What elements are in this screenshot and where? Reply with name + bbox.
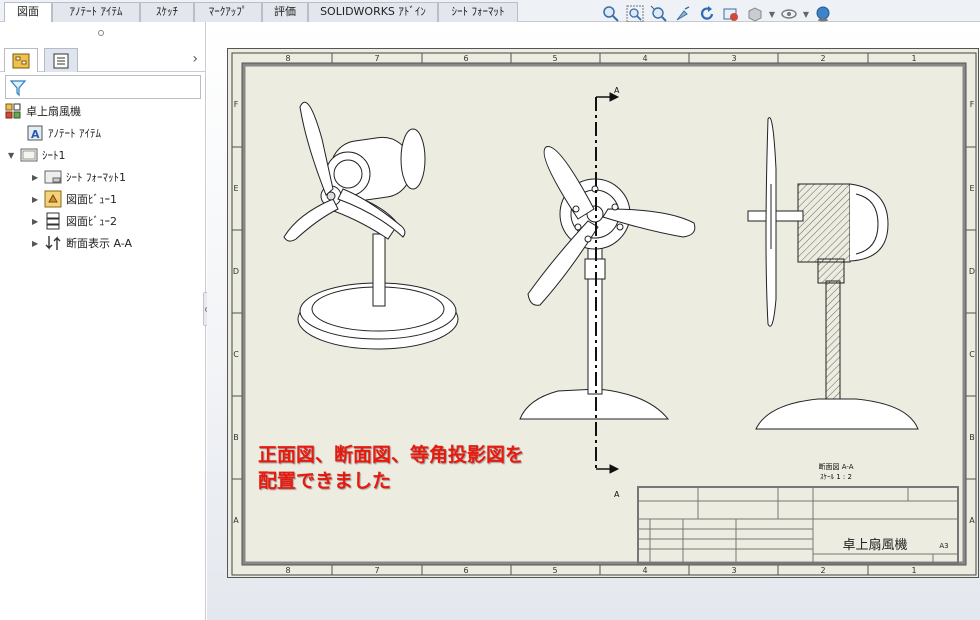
expand-arrow-icon[interactable]: ▶ [32,217,44,226]
title-block-drawing-name: 卓上扇風機 [842,537,907,553]
zone-col-label: 8 [285,566,290,575]
feature-manager-panel: › 卓上扇風機 A ｱﾉﾃｰﾄ ｱｲﾃﾑ ▼ ｼｰﾄ1 ▶ ｼｰﾄ ﾌｫｰﾏｯﾄ… [0,22,206,620]
zone-col-label: 5 [552,54,557,63]
zone-col-label: 7 [374,54,379,63]
title-block [637,486,959,564]
tree-item-label: ｱﾉﾃｰﾄ ｱｲﾃﾑ [48,127,101,140]
expand-arrow-icon[interactable]: ▶ [32,239,44,248]
tree-item-label: ｼｰﾄ1 [42,149,66,162]
zone-col-label: 4 [642,566,647,575]
drawing-icon [4,102,22,120]
tree-item-drawing[interactable]: 卓上扇風機 [4,101,81,121]
panel-tabs: › [0,46,206,72]
annotation-icon: A [26,124,44,142]
tree-filter-input[interactable] [5,75,201,99]
tree-item-label: 図面ﾋﾞｭｰ1 [66,193,117,206]
svg-text:A: A [31,128,40,141]
graphics-area[interactable]: 8 7 6 5 4 3 2 1 8 7 6 5 4 3 2 1 F E D C [207,22,980,620]
tree-item-label: 卓上扇風機 [26,105,81,118]
zone-col-label: 2 [820,54,825,63]
annotation-line2: 配置できました [258,470,392,492]
section-label-top: A [614,86,620,95]
tree-item-sheet-format1[interactable]: ▶ ｼｰﾄ ﾌｫｰﾏｯﾄ1 [32,167,126,187]
section-view-title: 断面図 A-A [818,462,853,471]
filter-icon [9,80,27,97]
tree-item-section-view[interactable]: ▶ 断面表示 A-A [32,233,132,253]
panel-grip-icon[interactable] [98,30,104,36]
display-style-caret-icon[interactable]: ▼ [768,10,776,19]
annotation-line1: 正面図、断面図、等角投影図を [258,444,525,466]
tab-evaluate[interactable]: 評価 [262,2,308,22]
zone-row-label: B [233,433,239,442]
zone-row-label: B [969,433,975,442]
zone-col-label: 1 [911,54,916,63]
section-view-scale: ｽｹｰﾙ 1 : 2 [820,473,852,481]
section-view [747,117,919,430]
tab-sheet-format[interactable]: ｼｰﾄ ﾌｫｰﾏｯﾄ [438,2,518,22]
zone-row-label: E [969,184,974,193]
zone-col-label: 3 [731,54,736,63]
drawing-view2-icon [44,212,62,230]
zone-col-label: 3 [731,566,736,575]
sheet-format-icon [44,168,62,186]
drawing-sheet[interactable]: 8 7 6 5 4 3 2 1 8 7 6 5 4 3 2 1 F E D C [227,48,979,578]
tree-item-sheet1[interactable]: ▼ ｼｰﾄ1 [8,145,66,165]
isometric-view [283,101,459,350]
zone-row-label: D [233,267,239,276]
property-manager-tab-icon[interactable] [44,48,78,72]
tree-item-drawing-view2[interactable]: ▶ 図面ﾋﾞｭｰ2 [32,211,117,231]
tree-item-label: 断面表示 A-A [66,237,133,250]
zone-col-label: 4 [642,54,647,63]
zone-row-label: C [233,350,239,359]
hide-show-caret-icon[interactable]: ▼ [802,10,810,19]
panel-more-icon[interactable]: › [192,51,198,67]
tab-drawing[interactable]: 図面 [4,2,52,23]
instruction-annotation: 正面図、断面図、等角投影図を 配置できました [258,442,524,494]
section-label-bottom: A [614,490,620,499]
tab-solidworks-addins[interactable]: SOLIDWORKS ｱﾄﾞｲﾝ [308,2,438,22]
sheet-drawing: 8 7 6 5 4 3 2 1 8 7 6 5 4 3 2 1 F E D C [231,52,977,576]
zone-col-label: 8 [285,54,290,63]
tab-sketch[interactable]: ｽｹｯﾁ [140,2,194,22]
tree-item-label: 図面ﾋﾞｭｰ2 [66,215,117,228]
zone-col-label: 6 [463,54,468,63]
tab-markup[interactable]: ﾏｰｸｱｯﾌﾟ [194,2,262,22]
zone-row-label: E [233,184,238,193]
tree-item-drawing-view1[interactable]: ▶ 図面ﾋﾞｭｰ1 [32,189,117,209]
zone-col-label: 5 [552,566,557,575]
zone-col-label: 1 [911,566,916,575]
tree-item-annotations[interactable]: A ｱﾉﾃｰﾄ ｱｲﾃﾑ [26,123,101,143]
feature-manager-tab-icon[interactable] [4,48,38,72]
zone-col-label: 6 [463,566,468,575]
zone-row-label: F [970,100,975,109]
drawing-view-icon [44,190,62,208]
zone-row-label: C [969,350,975,359]
section-view-icon [44,234,62,252]
tree-item-label: ｼｰﾄ ﾌｫｰﾏｯﾄ1 [66,171,126,184]
zone-col-label: 2 [820,566,825,575]
expand-arrow-icon[interactable]: ▶ [32,195,44,204]
expand-arrow-icon[interactable]: ▶ [32,173,44,182]
zone-row-label: F [234,100,239,109]
zone-col-label: 7 [374,566,379,575]
zone-row-label: A [233,516,239,525]
front-view [519,146,696,420]
zone-row-label: D [969,267,975,276]
tab-annotation[interactable]: ｱﾉﾃｰﾄ ｱｲﾃﾑ [52,2,140,22]
sheet-icon [20,146,38,164]
zone-row-label: A [969,516,975,525]
title-block-size: A3 [939,542,948,550]
collapse-arrow-icon[interactable]: ▼ [8,151,20,160]
